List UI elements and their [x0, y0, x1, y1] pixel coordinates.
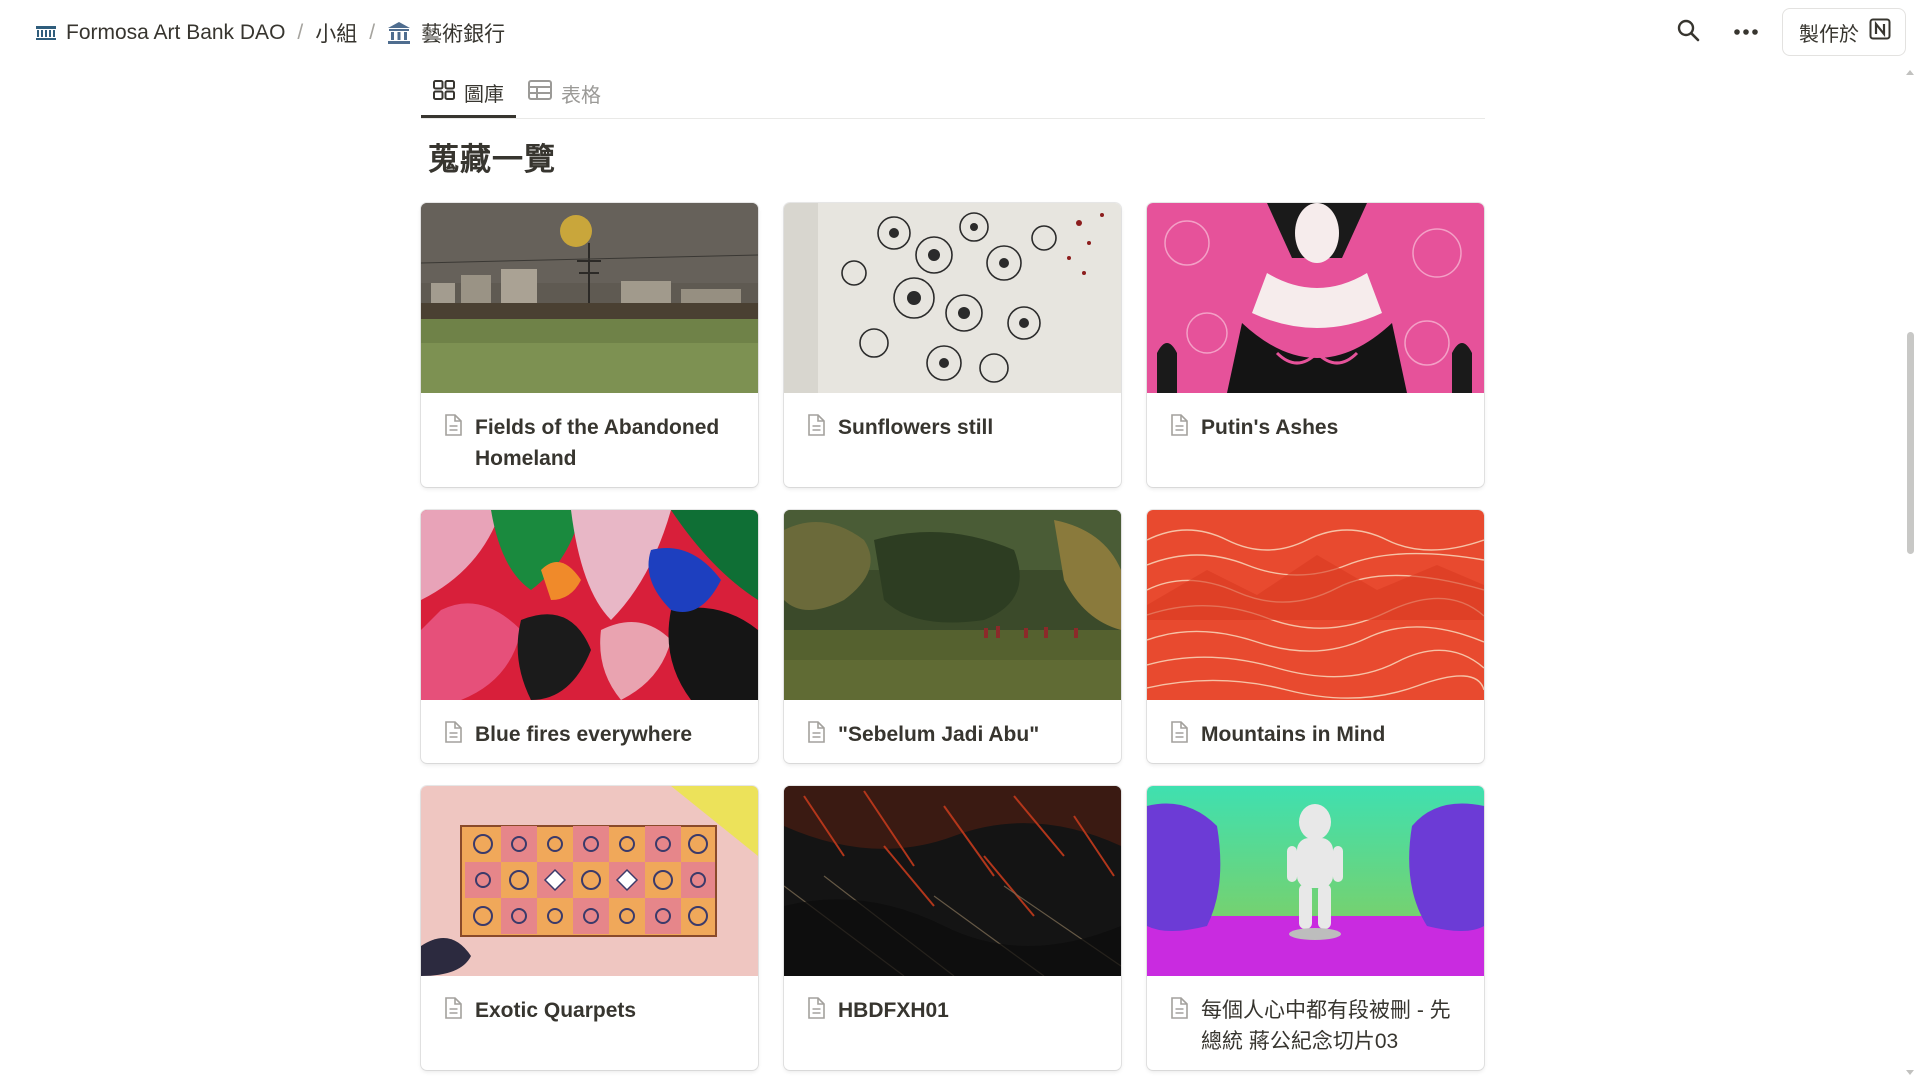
card-title: Fields of the Abandoned Homeland [475, 416, 720, 470]
search-icon [1676, 18, 1700, 47]
made-with-label: 製作於 [1799, 23, 1859, 46]
scrollbar-thumb[interactable] [1907, 332, 1914, 554]
search-button[interactable] [1666, 10, 1710, 54]
card-caption: Sunflowers still [784, 393, 1121, 443]
notion-logo-icon [1869, 18, 1891, 46]
page-icon [1169, 997, 1189, 1024]
card-caption: Mountains in Mind [1147, 700, 1484, 750]
card-title: Blue fires everywhere [475, 723, 693, 746]
artwork-image-fields-of-abandoned-homeland [421, 203, 758, 393]
gallery-card[interactable]: 每個人心中都有段被刪 - 先總統 蔣公紀念切片03 [1147, 786, 1484, 1070]
artwork-image-blue-fires-everywhere [421, 510, 758, 700]
more-icon [1733, 23, 1759, 41]
made-with-notion-button[interactable]: 製作於 [1782, 8, 1906, 56]
bank-icon [387, 21, 411, 45]
gallery-card[interactable]: HBDFXH01 [784, 786, 1121, 1070]
breadcrumb: Formosa Art Bank DAO / 小組 / 藝術銀行 [30, 0, 511, 66]
view-tabs: 圖庫 表格 [421, 70, 1485, 119]
scroll-up-arrow-icon[interactable] [1906, 70, 1914, 75]
breadcrumb-group[interactable]: 小組 [309, 14, 363, 52]
card-title: Exotic Quarpets [475, 999, 637, 1022]
tab-gallery[interactable]: 圖庫 [421, 70, 516, 118]
page-icon [806, 414, 826, 441]
breadcrumb-page[interactable]: 藝術銀行 [381, 14, 511, 52]
gallery-icon [433, 79, 455, 106]
card-caption: Blue fires everywhere [421, 700, 758, 750]
gallery-card[interactable]: Blue fires everywhere [421, 510, 758, 763]
collection-title: 蒐藏一覽 [428, 142, 556, 177]
top-actions: 製作於 [1666, 8, 1906, 56]
card-title: 每個人心中都有段被刪 - 先總統 蔣公紀念切片03 [1201, 999, 1451, 1053]
page-icon [443, 414, 463, 441]
page-icon [1169, 721, 1189, 748]
gallery-card[interactable]: Putin's Ashes [1147, 203, 1484, 487]
scrollbar[interactable] [1904, 70, 1916, 1075]
gallery-card[interactable]: Mountains in Mind [1147, 510, 1484, 763]
card-title: Sunflowers still [838, 416, 994, 439]
artwork-image-mountains-in-mind [1147, 510, 1484, 700]
page-icon [443, 997, 463, 1024]
gallery-card[interactable]: Sunflowers still [784, 203, 1121, 487]
tab-table[interactable]: 表格 [516, 70, 613, 116]
breadcrumb-separator: / [297, 21, 304, 44]
artwork-image-exotic-quarpets [421, 786, 758, 976]
card-caption: Putin's Ashes [1147, 393, 1484, 443]
tab-gallery-label: 圖庫 [464, 84, 504, 106]
card-caption: "Sebelum Jadi Abu" [784, 700, 1121, 750]
more-options-button[interactable] [1724, 10, 1768, 54]
table-icon [528, 80, 552, 106]
card-caption: HBDFXH01 [784, 976, 1121, 1026]
card-title: Mountains in Mind [1201, 723, 1386, 746]
page-icon [443, 721, 463, 748]
page-icon [806, 997, 826, 1024]
breadcrumb-org[interactable]: Formosa Art Bank DAO [30, 17, 291, 49]
columns-logo-icon [36, 26, 56, 40]
scroll-down-arrow-icon[interactable] [1906, 1070, 1914, 1075]
card-title: Putin's Ashes [1201, 416, 1339, 439]
artwork-image-sunflowers-still [784, 203, 1121, 393]
page-icon [1169, 414, 1189, 441]
tab-table-label: 表格 [561, 84, 601, 107]
artwork-image-statue-slice-03 [1147, 786, 1484, 976]
card-title: "Sebelum Jadi Abu" [838, 723, 1040, 746]
card-caption: 每個人心中都有段被刪 - 先總統 蔣公紀念切片03 [1147, 976, 1484, 1057]
top-bar: Formosa Art Bank DAO / 小組 / 藝術銀行 製作於 [0, 0, 1920, 66]
breadcrumb-page-label: 藝術銀行 [421, 23, 506, 46]
gallery-card[interactable]: "Sebelum Jadi Abu" [784, 510, 1121, 763]
gallery-card[interactable]: Exotic Quarpets [421, 786, 758, 1070]
breadcrumb-separator: / [369, 21, 376, 44]
artwork-image-hbdfxh01 [784, 786, 1121, 976]
breadcrumb-org-label: Formosa Art Bank DAO [66, 21, 286, 44]
page-icon [806, 721, 826, 748]
artwork-image-sebelum-jadi-abu [784, 510, 1121, 700]
card-caption: Fields of the Abandoned Homeland [421, 393, 758, 474]
breadcrumb-group-label: 小組 [315, 23, 358, 46]
gallery-card[interactable]: Fields of the Abandoned Homeland [421, 203, 758, 487]
card-caption: Exotic Quarpets [421, 976, 758, 1026]
card-title: HBDFXH01 [838, 999, 949, 1022]
artwork-image-putins-ashes [1147, 203, 1484, 393]
